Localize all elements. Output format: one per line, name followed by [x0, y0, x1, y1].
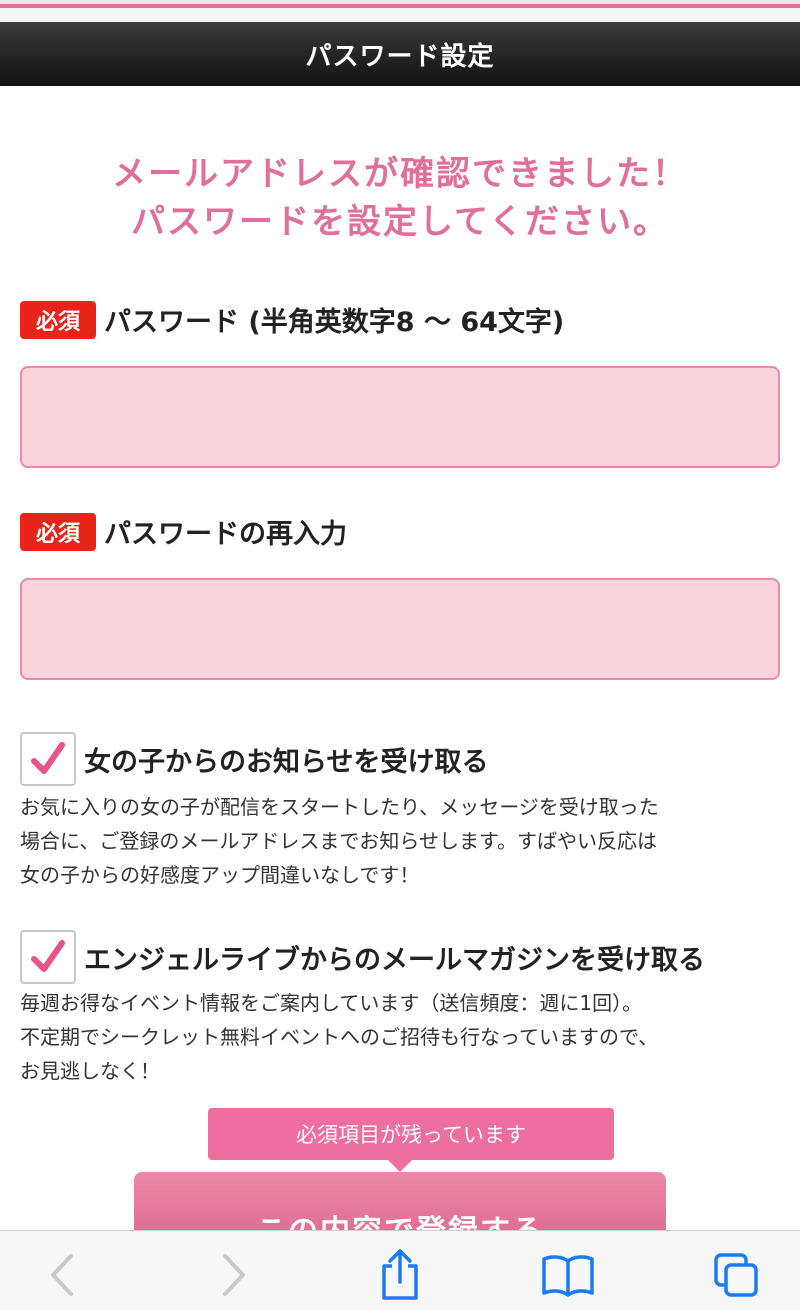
tabs-icon: [714, 1253, 758, 1297]
header-bar: パスワード設定: [0, 22, 800, 86]
tabs-button[interactable]: [706, 1245, 766, 1305]
forward-icon: [223, 1254, 245, 1296]
password-label-row: 必須 パスワード (半角英数字8 〜 64文字): [20, 300, 564, 339]
checkmark-icon: [31, 742, 65, 774]
required-badge: 必須: [20, 512, 97, 551]
checkmark-icon: [31, 940, 65, 972]
girl-news-description: お気に入りの女の子が配信をスタートしたり、メッセージを受け取った 場合に、ご登録…: [20, 790, 780, 892]
magazine-title: エンジェルライブからのメールマガジンを受け取る: [84, 944, 705, 976]
magazine-checkbox[interactable]: [20, 930, 76, 984]
magazine-description: 毎週お得なイベント情報をご案内しています（送信頻度：週に1回）。 不定期でシーク…: [20, 986, 780, 1088]
bookmarks-icon: [542, 1255, 594, 1297]
tooltip-arrow: [388, 1160, 412, 1172]
required-badge: 必須: [20, 300, 97, 339]
description-line: お気に入りの女の子が配信をスタートしたり、メッセージを受け取った: [20, 795, 659, 819]
share-icon: [382, 1249, 418, 1300]
confirmation-line-2: パスワードを設定してください。: [131, 202, 669, 242]
description-line: 場合に、ご登録のメールアドレスまでお知らせします。すばやい反応は: [20, 829, 657, 853]
girl-news-checkbox[interactable]: [20, 732, 76, 786]
password-confirm-input[interactable]: [20, 578, 780, 680]
password-confirm-label-row: 必須 パスワードの再入力: [20, 512, 347, 551]
required-fields-tooltip: 必須項目が残っています: [208, 1108, 614, 1160]
description-line: 不定期でシークレット無料イベントへのご招待も行なっていますので、: [20, 1025, 659, 1049]
girl-news-option[interactable]: 女の子からのお知らせを受け取る: [20, 732, 488, 786]
confirmation-line-1: メールアドレスが確認できました！: [112, 154, 688, 194]
forward-button[interactable]: [204, 1245, 264, 1305]
description-line: お見逃しなく！: [20, 1059, 160, 1083]
share-button[interactable]: [370, 1245, 430, 1305]
back-button[interactable]: [32, 1245, 92, 1305]
browser-toolbar: [0, 1230, 800, 1310]
girl-news-title: 女の子からのお知らせを受け取る: [84, 746, 489, 778]
back-icon: [51, 1254, 73, 1296]
bookmarks-button[interactable]: [538, 1245, 598, 1305]
description-line: 毎週お得なイベント情報をご案内しています（送信頻度：週に1回）。: [20, 991, 643, 1015]
password-confirm-label: パスワードの再入力: [104, 519, 348, 550]
magazine-option[interactable]: エンジェルライブからのメールマガジンを受け取る: [20, 930, 705, 984]
password-label: パスワード (半角英数字8 〜 64文字): [104, 307, 565, 338]
description-line: 女の子からの好感度アップ間違いなしです！: [20, 863, 420, 887]
confirmation-message: メールアドレスが確認できました！ パスワードを設定してください。: [0, 150, 800, 246]
top-stripe: [0, 0, 800, 22]
password-input[interactable]: [20, 366, 780, 468]
page-title: パスワード設定: [305, 41, 495, 72]
